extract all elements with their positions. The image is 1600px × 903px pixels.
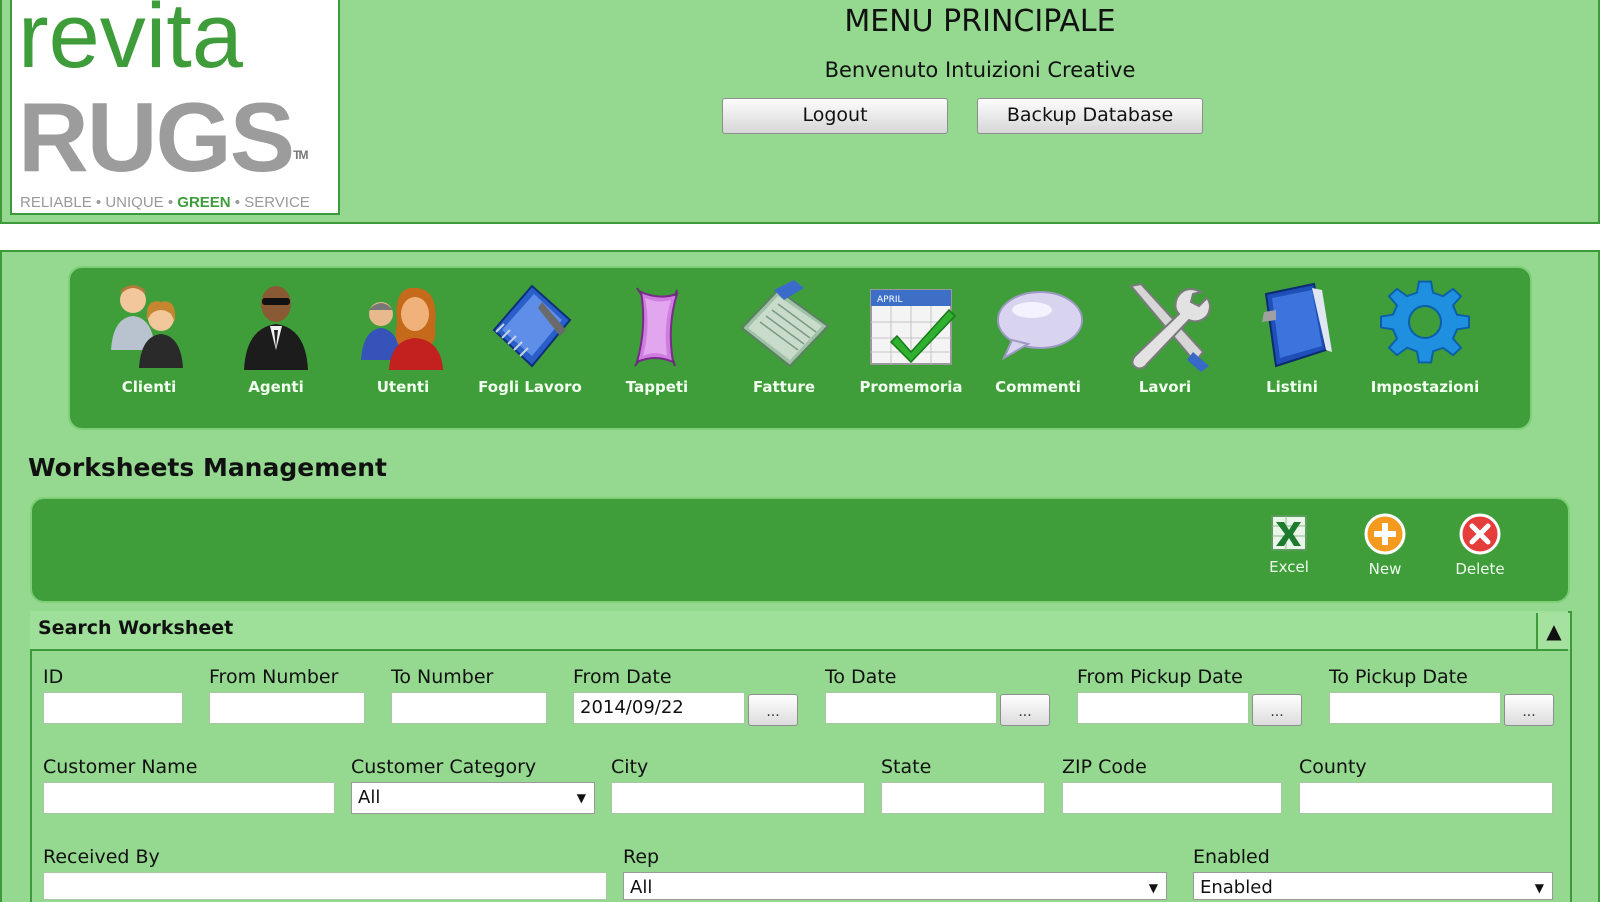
customer-category-select[interactable]: All ▼ bbox=[351, 782, 595, 814]
svg-text:APRIL: APRIL bbox=[877, 295, 903, 305]
zip-code-input[interactable] bbox=[1062, 782, 1282, 814]
new-button[interactable]: New bbox=[1350, 512, 1420, 578]
gear-icon bbox=[1380, 280, 1470, 364]
calendar-icon: APRIL bbox=[870, 289, 957, 365]
from-number-label: From Number bbox=[209, 666, 339, 688]
speech-bubble-icon bbox=[997, 291, 1083, 361]
received-by-input[interactable] bbox=[43, 872, 607, 900]
chevron-down-icon: ▼ bbox=[1534, 881, 1544, 895]
city-label: City bbox=[611, 756, 649, 778]
binder-icon bbox=[1262, 282, 1332, 368]
rep-select[interactable]: All ▼ bbox=[623, 872, 1167, 900]
nav-item-impostazioni[interactable]: Impostazioni bbox=[1360, 280, 1490, 396]
nav-item-commenti[interactable]: Commenti bbox=[975, 280, 1101, 396]
clients-icon bbox=[111, 285, 183, 368]
to-pickup-date-label: To Pickup Date bbox=[1329, 666, 1468, 688]
collapse-panel-button[interactable]: ▲ bbox=[1536, 613, 1570, 649]
rep-label: Rep bbox=[623, 846, 660, 868]
from-date-input[interactable]: 2014/09/22 bbox=[573, 692, 745, 724]
logo-wordmark-top: revita bbox=[18, 0, 243, 87]
customer-name-label: Customer Name bbox=[43, 756, 198, 778]
excel-export-button[interactable]: Excel bbox=[1254, 512, 1324, 576]
chevron-down-icon: ▼ bbox=[1148, 881, 1158, 895]
nav-item-promemoria[interactable]: APRIL Promemoria bbox=[848, 280, 974, 396]
logo-wordmark-main: RUGSTM bbox=[18, 82, 309, 192]
nav-item-listini[interactable]: Listini bbox=[1229, 280, 1355, 396]
worksheet-toolbar bbox=[30, 497, 1570, 603]
excel-icon bbox=[1271, 515, 1307, 551]
zip-code-label: ZIP Code bbox=[1062, 756, 1147, 778]
nav-item-fogli-lavoro[interactable]: Fogli Lavoro bbox=[467, 280, 593, 396]
from-pickup-date-label: From Pickup Date bbox=[1077, 666, 1243, 688]
customer-name-input[interactable] bbox=[43, 782, 335, 814]
logo-tagline: RELIABLE • UNIQUE • GREEN • SERVICE bbox=[20, 194, 310, 211]
search-panel-header: Search Worksheet bbox=[30, 611, 1568, 651]
delete-button[interactable]: Delete bbox=[1445, 512, 1515, 578]
nav-item-tappeti[interactable]: Tappeti bbox=[594, 280, 720, 396]
enabled-select[interactable]: Enabled ▼ bbox=[1193, 872, 1553, 900]
nav-item-utenti[interactable]: Utenti bbox=[340, 280, 466, 396]
nav-item-lavori[interactable]: Lavori bbox=[1102, 280, 1228, 396]
id-label: ID bbox=[43, 666, 64, 688]
tools-icon bbox=[1129, 282, 1211, 372]
to-date-input[interactable] bbox=[825, 692, 997, 724]
county-label: County bbox=[1299, 756, 1367, 778]
chevron-down-icon: ▼ bbox=[576, 791, 586, 805]
logout-button[interactable]: Logout bbox=[722, 98, 948, 134]
nav-item-agenti[interactable]: Agenti bbox=[213, 280, 339, 396]
to-date-label: To Date bbox=[825, 666, 897, 688]
agent-icon bbox=[244, 286, 308, 370]
county-input[interactable] bbox=[1299, 782, 1553, 814]
close-icon bbox=[1459, 513, 1501, 555]
nav-item-clienti[interactable]: Clienti bbox=[86, 280, 212, 396]
enabled-label: Enabled bbox=[1193, 846, 1270, 868]
from-number-input[interactable] bbox=[209, 692, 365, 724]
section-title: Worksheets Management bbox=[28, 453, 387, 482]
city-input[interactable] bbox=[611, 782, 865, 814]
to-number-input[interactable] bbox=[391, 692, 547, 724]
backup-database-button[interactable]: Backup Database bbox=[977, 98, 1203, 134]
to-pickup-date-picker-button[interactable]: ... bbox=[1504, 694, 1554, 726]
nav-item-fatture[interactable]: Fatture bbox=[721, 280, 847, 396]
to-number-label: To Number bbox=[391, 666, 494, 688]
welcome-message: Benvenuto Intuizioni Creative bbox=[824, 58, 1136, 82]
notebook-icon bbox=[492, 284, 572, 368]
plus-icon bbox=[1364, 513, 1406, 555]
to-pickup-date-input[interactable] bbox=[1329, 692, 1501, 724]
invoice-icon bbox=[740, 280, 830, 368]
customer-category-label: Customer Category bbox=[351, 756, 537, 778]
users-icon bbox=[361, 287, 443, 370]
from-pickup-date-input[interactable] bbox=[1077, 692, 1249, 724]
from-pickup-date-picker-button[interactable]: ... bbox=[1252, 694, 1302, 726]
state-input[interactable] bbox=[881, 782, 1045, 814]
to-date-picker-button[interactable]: ... bbox=[1000, 694, 1050, 726]
received-by-label: Received By bbox=[43, 846, 160, 868]
search-panel-title: Search Worksheet bbox=[38, 617, 234, 639]
state-label: State bbox=[881, 756, 932, 778]
id-input[interactable] bbox=[43, 692, 183, 724]
logo: revita RUGSTM RELIABLE • UNIQUE • GREEN … bbox=[10, 0, 340, 215]
from-date-picker-button[interactable]: ... bbox=[748, 694, 798, 726]
page-title: MENU PRINCIPALE bbox=[844, 4, 1116, 39]
rug-icon bbox=[634, 287, 679, 367]
from-date-label: From Date bbox=[573, 666, 672, 688]
